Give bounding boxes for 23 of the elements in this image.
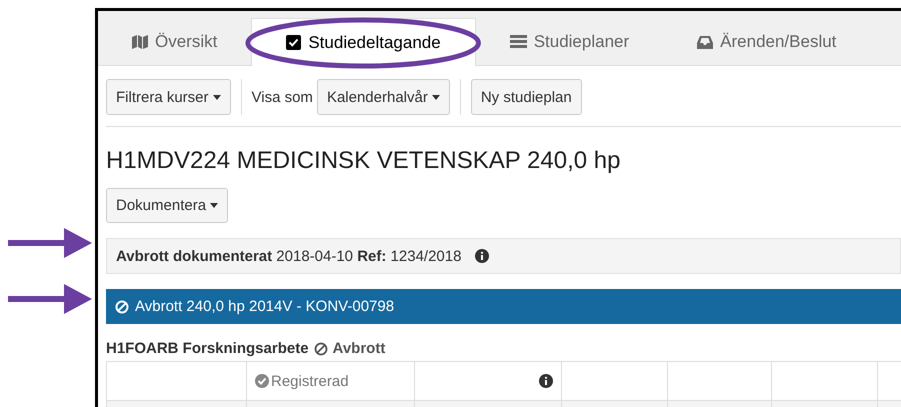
tab[interactable]: Ärenden/Beslut: [663, 19, 870, 65]
course-title: H1FOARB Forskningsarbete: [106, 340, 309, 357]
filter-dropdown[interactable]: Filtrera kurser: [106, 79, 231, 115]
info-icon: [475, 249, 490, 263]
view-label: Visa som: [252, 88, 313, 106]
check-circle-icon: [255, 374, 269, 388]
tab[interactable]: Översikt: [98, 19, 252, 65]
inbox-icon: [697, 36, 714, 48]
info-icon: [539, 374, 553, 388]
status-text: Avbrott 240,0 hp 2014V - KONV-00798: [135, 298, 394, 315]
view-dropdown[interactable]: Kalenderhalvår: [316, 79, 450, 115]
document-dropdown[interactable]: Dokumentera: [106, 188, 228, 223]
checkbox-icon: [286, 35, 302, 50]
new-plan-button[interactable]: Ny studieplan: [470, 79, 582, 115]
tab[interactable]: Studieplaner: [476, 19, 664, 65]
ban-icon: [115, 300, 129, 314]
notice-text: Avbrott dokumenterat 2018-04-10 Ref: 1234/2018: [116, 248, 462, 264]
list-icon: [510, 35, 527, 49]
status-label: Registrerad: [271, 372, 349, 390]
map-icon: [132, 34, 148, 50]
program-title: H1MDV224 MEDICINSK VETENSKAP 240,0 hp: [106, 147, 622, 175]
course-status: Avbrott: [332, 340, 386, 357]
ban-icon: [314, 342, 328, 356]
